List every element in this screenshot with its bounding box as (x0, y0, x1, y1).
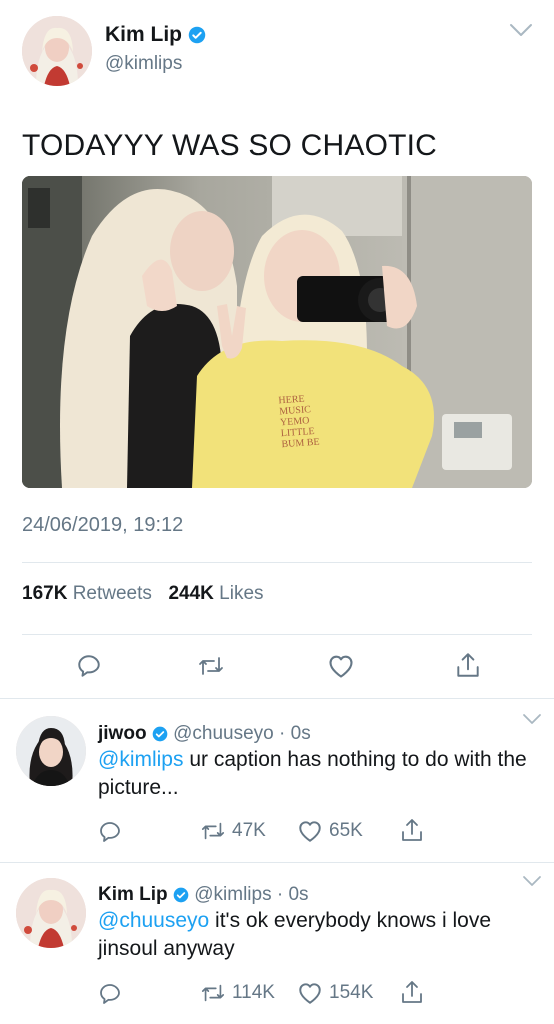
main-tweet-avatar[interactable] (22, 16, 92, 86)
share-button[interactable] (455, 651, 481, 679)
retweet-button[interactable]: 114K (200, 981, 275, 1005)
reply-avatar[interactable] (16, 716, 86, 786)
reply-text: @kimlips ur caption has nothing to do wi… (98, 746, 538, 802)
like-icon (299, 983, 321, 1004)
retweet-button[interactable]: 47K (200, 819, 266, 843)
like-count: 65K (329, 820, 363, 841)
likes-label[interactable]: Likes (219, 583, 263, 604)
share-icon (402, 819, 422, 841)
like-button[interactable]: 65K (297, 819, 363, 843)
like-button[interactable]: 154K (297, 981, 373, 1005)
chevron-down-icon[interactable] (522, 874, 542, 892)
reply-time[interactable]: 0s (291, 723, 311, 744)
divider (0, 862, 554, 863)
reply-time[interactable]: 0s (288, 884, 308, 905)
engagement-stats: 167K Retweets 244K Likes (22, 582, 264, 606)
photo-shirt-text: HERE MUSIC YEMO LITTLE BUM BE (278, 393, 320, 451)
reply-avatar[interactable] (16, 878, 86, 948)
retweet-button[interactable] (197, 653, 225, 679)
reply-icon (78, 655, 100, 677)
divider (22, 562, 532, 563)
separator-dot: · (279, 723, 286, 744)
reply-author-name[interactable]: Kim Lip (98, 884, 168, 905)
reply-handle[interactable]: @kimlips (194, 884, 271, 905)
retweet-icon (201, 984, 225, 1002)
reply-mention[interactable]: @chuuseyo (98, 909, 209, 932)
share-button[interactable] (400, 979, 424, 1005)
reply-text: @chuuseyo it's ok everybody knows i love… (98, 907, 538, 963)
reply-mention[interactable]: @kimlips (98, 748, 184, 771)
reply-author-name[interactable]: jiwoo (98, 723, 147, 744)
likes-count[interactable]: 244K (168, 583, 213, 604)
reply-button[interactable] (98, 982, 122, 1006)
reply-button[interactable] (98, 820, 122, 844)
share-icon (457, 653, 479, 677)
retweets-label[interactable]: Retweets (73, 583, 152, 604)
verified-badge-icon (188, 25, 206, 51)
reply-button[interactable] (76, 653, 102, 679)
like-button[interactable] (327, 653, 355, 679)
retweet-icon (201, 822, 225, 840)
main-tweet-handle[interactable]: @kimlips (105, 53, 182, 75)
like-icon (329, 655, 353, 678)
main-tweet-text: TODAYYY WAS SO CHAOTIC (22, 129, 438, 162)
like-icon (299, 821, 321, 842)
reply-icon (100, 984, 120, 1004)
retweets-count[interactable]: 167K (22, 583, 67, 604)
main-tweet-author-name[interactable]: Kim Lip (105, 23, 182, 46)
retweet-icon (199, 657, 223, 675)
like-count: 154K (329, 982, 374, 1003)
share-button[interactable] (400, 817, 424, 843)
chevron-down-icon[interactable] (522, 712, 542, 730)
reply-handle[interactable]: @chuuseyo (173, 723, 274, 744)
share-icon (402, 981, 422, 1003)
retweet-count: 114K (232, 982, 275, 1003)
divider (0, 698, 554, 699)
main-tweet-timestamp[interactable]: 24/06/2019, 19:12 (22, 513, 183, 537)
chevron-down-icon[interactable] (508, 22, 534, 43)
separator-dot: · (276, 884, 284, 905)
reply-icon (100, 822, 120, 842)
tweet-photo[interactable]: HERE MUSIC YEMO LITTLE BUM BE (22, 176, 532, 488)
divider (22, 634, 532, 635)
retweet-count: 47K (232, 820, 266, 841)
